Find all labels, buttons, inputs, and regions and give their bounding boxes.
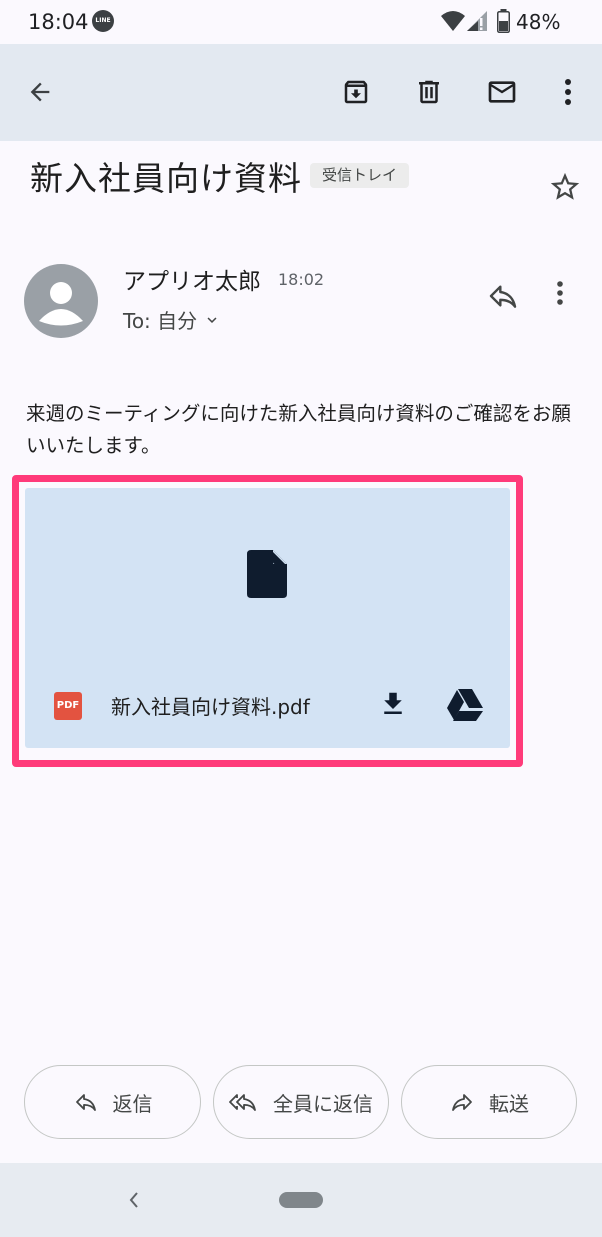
reply-button-label: 返信 xyxy=(112,1091,153,1116)
home-pill-button[interactable] xyxy=(279,1192,323,1208)
trash-icon xyxy=(414,77,444,107)
reply-icon xyxy=(73,1090,99,1114)
google-drive-icon xyxy=(446,688,484,722)
save-to-drive-button[interactable] xyxy=(446,688,484,722)
quick-reply-button[interactable] xyxy=(486,280,522,312)
arrow-back-icon xyxy=(26,78,54,106)
mail-icon xyxy=(486,76,518,108)
inbox-label-badge[interactable]: 受信トレイ xyxy=(310,163,410,188)
reply-all-button[interactable]: 全員に返信 xyxy=(213,1065,389,1139)
recipient-details-toggle[interactable]: To: 自分 xyxy=(123,305,221,334)
archive-icon xyxy=(341,77,371,107)
attachment-filename: 新入社員向け資料.pdf xyxy=(111,695,310,719)
download-attachment-button[interactable] xyxy=(378,689,408,719)
reply-all-icon xyxy=(229,1090,259,1114)
line-app-icon: LINE xyxy=(92,10,114,32)
status-bar: 18:04 LINE 48% xyxy=(0,0,602,44)
reply-icon xyxy=(486,280,522,312)
star-outline-icon xyxy=(548,170,582,204)
message-more-button[interactable] xyxy=(556,280,580,312)
wifi-icon xyxy=(441,10,465,32)
signal-icon xyxy=(466,10,488,32)
delete-button[interactable] xyxy=(409,72,449,112)
sender-name[interactable]: アプリオ太郎 xyxy=(123,262,261,296)
chevron-down-icon xyxy=(203,311,221,329)
file-icon xyxy=(247,550,287,598)
battery-icon xyxy=(497,9,510,33)
back-button[interactable] xyxy=(20,72,60,112)
email-subject: 新入社員向け資料 xyxy=(30,159,302,198)
more-vert-icon xyxy=(556,280,580,306)
more-options-button[interactable] xyxy=(548,72,588,112)
archive-button[interactable] xyxy=(336,72,376,112)
message-time: 18:02 xyxy=(278,270,325,289)
system-back-button[interactable] xyxy=(124,1187,144,1213)
system-navigation-bar xyxy=(0,1163,602,1237)
attachment-card[interactable]: PDF 新入社員向け資料.pdf xyxy=(25,488,510,748)
status-time: 18:04 xyxy=(28,10,89,34)
sender-avatar[interactable] xyxy=(24,264,98,338)
battery-percent: 48% xyxy=(516,10,561,34)
more-vert-icon xyxy=(564,78,572,106)
forward-button[interactable]: 転送 xyxy=(401,1065,577,1139)
chevron-left-icon xyxy=(124,1187,144,1213)
recipient-label: To: 自分 xyxy=(123,309,198,333)
pdf-file-icon: PDF xyxy=(54,692,82,720)
star-button[interactable] xyxy=(548,170,582,204)
message-body: 来週のミーティングに向けた新入社員向け資料のご確認をお願いいたします。 xyxy=(26,402,571,457)
message-toolbar xyxy=(0,44,602,141)
reply-all-button-label: 全員に返信 xyxy=(273,1091,373,1116)
forward-button-label: 転送 xyxy=(489,1091,529,1116)
download-icon xyxy=(378,689,408,719)
mark-unread-button[interactable] xyxy=(482,72,522,112)
reply-button[interactable]: 返信 xyxy=(24,1065,201,1139)
forward-icon xyxy=(449,1090,475,1114)
